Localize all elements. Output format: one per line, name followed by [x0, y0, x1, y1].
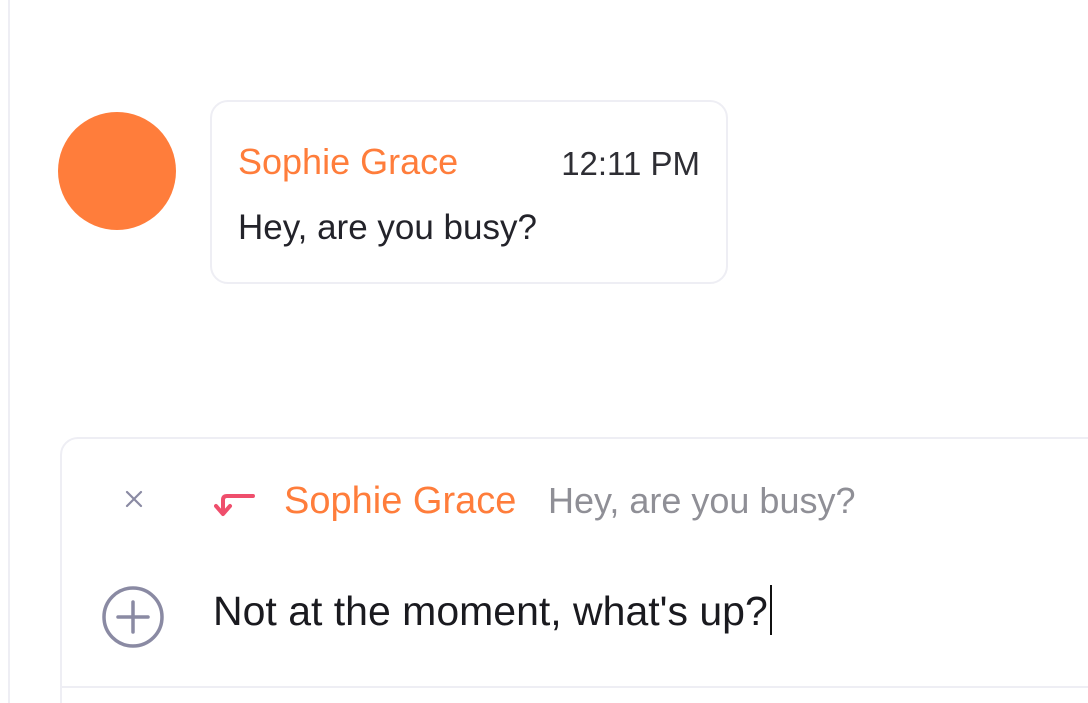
- message-text: Hey, are you busy?: [238, 208, 537, 247]
- plus-circle-icon: [102, 586, 164, 648]
- cancel-reply-button[interactable]: [116, 481, 152, 517]
- sidebar-divider: [8, 0, 10, 703]
- add-attachment-button[interactable]: [100, 584, 166, 650]
- reply-preview-text: Hey, are you busy?: [548, 480, 856, 521]
- message-bubble: Sophie Grace 12:11 PM Hey, are you busy?: [210, 100, 728, 284]
- avatar[interactable]: [58, 112, 176, 230]
- message-input[interactable]: Not at the moment, what's up?: [213, 585, 772, 637]
- chat-view: Sophie Grace 12:11 PM Hey, are you busy?…: [0, 0, 1088, 703]
- message-sender-name[interactable]: Sophie Grace: [238, 140, 458, 184]
- message-timestamp: 12:11 PM: [561, 145, 700, 182]
- close-icon: [125, 490, 143, 508]
- reply-arrow-icon: [214, 494, 255, 516]
- message-composer: [60, 437, 1088, 703]
- text-caret: [769, 585, 772, 635]
- message-input-text: Not at the moment, what's up?: [213, 588, 768, 634]
- composer-divider: [60, 686, 1088, 688]
- reply-sender-name: Sophie Grace: [284, 480, 517, 522]
